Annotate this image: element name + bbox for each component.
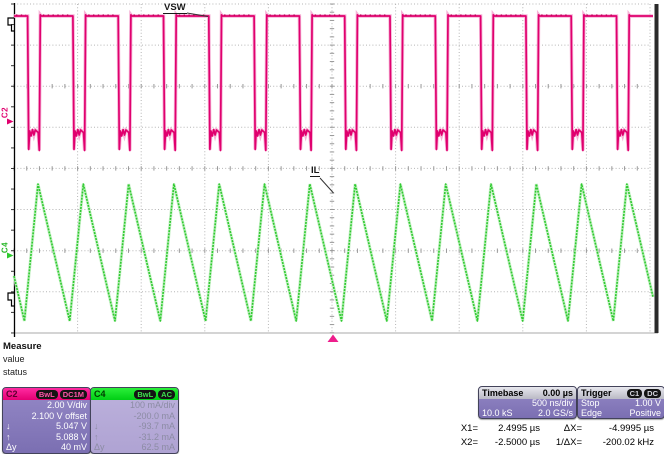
c4-channel-id: C4 [94, 388, 106, 400]
trigger-slope-row: Edge Positive [578, 409, 664, 419]
c4-delta-row: Δy 62.5 mA [91, 442, 178, 453]
c4-coupling-badge: AC [158, 390, 175, 399]
trigger-info-box[interactable]: Trigger C1 DC Stop 1.00 V Edge Positive [577, 386, 664, 419]
timebase-title: Timebase [482, 387, 523, 399]
c2-channel-id: C2 [6, 388, 18, 400]
trigger-position-marker[interactable] [328, 335, 339, 343]
c4-cursor-low-row: ↓ -93.7 mA [91, 421, 178, 432]
c4-scale-row: 100 mA/div [91, 400, 178, 411]
trigger-source-badge: C1 [627, 389, 643, 398]
c2-scale-row: 2.00 V/div [3, 400, 90, 411]
c4-bwl-badge: BwL [134, 390, 156, 399]
channel-info-box-c2[interactable]: C2 BwL DC1M 2.00 V/div 2.100 V offset ↓ … [2, 387, 91, 454]
cursor-x2-row: X2= -2.5000 µs 1/ΔX= -200.02 kHz [448, 436, 654, 450]
c4-cursor-high-row: ↑ -31.2 mA [91, 432, 178, 443]
il-callout-line [320, 178, 334, 193]
cursor-marker-bottom[interactable] [8, 293, 14, 306]
measure-row-value: value [3, 353, 42, 366]
cursor-readout: X1= 2.4995 µs ΔX= -4.9995 µs X2= -2.5000… [448, 422, 654, 450]
vsw-waveform-label: VSW [163, 2, 187, 14]
scope-display [0, 0, 664, 350]
c2-delta-row: Δy 40 mV [3, 442, 90, 453]
c2-cursor-low-row: ↓ 5.047 V [3, 421, 90, 432]
c4-box-header[interactable]: C4 BwL AC [91, 388, 178, 400]
c2-offset-row: 2.100 V offset [3, 411, 90, 422]
c2-coupling-badge: DC1M [60, 390, 87, 399]
timebase-sampling-row: 10.0 kS 2.0 GS/s [479, 409, 576, 419]
c2-bwl-badge: BwL [36, 390, 58, 399]
channel-info-box-c4[interactable]: C4 BwL AC 100 mA/div -200.0 mA ↓ -93.7 m… [90, 387, 179, 454]
c2-cursor-high-row: ↑ 5.088 V [3, 432, 90, 443]
measure-row-status: status [3, 366, 42, 379]
cursor-x1-row: X1= 2.4995 µs ΔX= -4.9995 µs [448, 422, 654, 436]
timebase-info-box[interactable]: Timebase 0.00 µs 500 ns/div 10.0 kS 2.0 … [478, 386, 577, 419]
il-waveform-label: IL [310, 165, 320, 177]
oscilloscope-screenshot: { "scope": { "labels": { "vsw": "VSW", "… [0, 0, 664, 454]
c4-axis-label: C4 [1, 241, 10, 255]
c4-offset-row: -200.0 mA [91, 411, 178, 422]
c2-axis-label: C2 [1, 106, 10, 120]
trigger-coupling-badge: DC [644, 389, 661, 398]
measure-title: Measure [3, 340, 42, 353]
c2-box-header[interactable]: C2 BwL DC1M [3, 388, 90, 400]
measure-panel: Measure value status [3, 340, 42, 379]
waveform-c4-il [14, 184, 653, 321]
waveform-c2-vsw [14, 15, 653, 151]
